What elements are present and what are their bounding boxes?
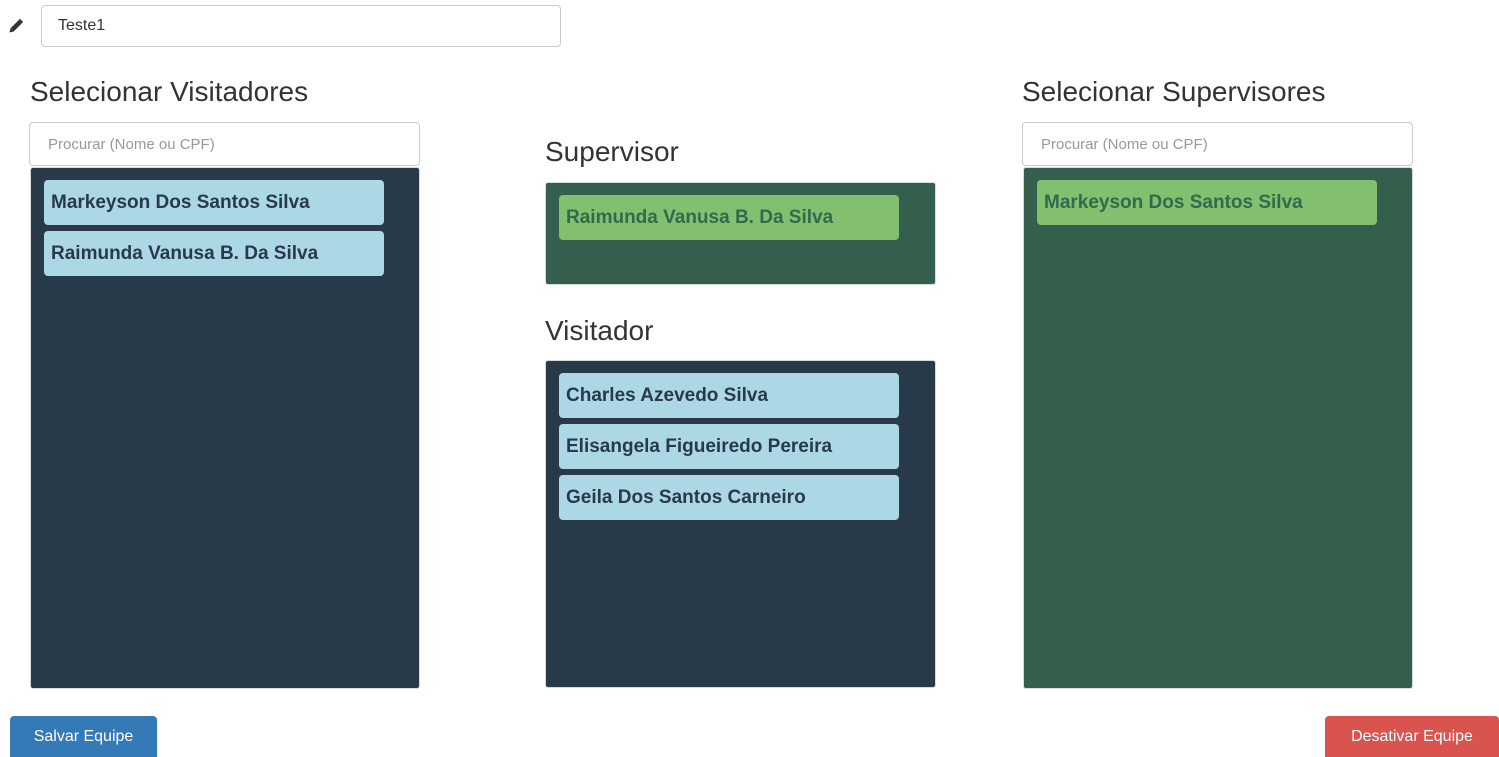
visitor-slot-heading: Visitador [545, 315, 654, 346]
supervisor-list-item-markeyson[interactable]: Markeyson Dos Santos Silva [1037, 180, 1377, 225]
visitor-item-markeyson[interactable]: Markeyson Dos Santos Silva [44, 180, 384, 225]
visitor-drop-panel[interactable]: Charles Azevedo Silva Elisangela Figueir… [545, 360, 936, 688]
visitor-slot-item-charles[interactable]: Charles Azevedo Silva [559, 373, 899, 418]
save-team-button[interactable]: Salvar Equipe [10, 716, 157, 757]
visitors-list-panel[interactable]: Markeyson Dos Santos Silva Raimunda Vanu… [30, 167, 420, 689]
supervisors-selector-heading: Selecionar Supervisores [1022, 76, 1326, 107]
visitor-item-raimunda[interactable]: Raimunda Vanusa B. Da Silva [44, 231, 384, 276]
visitor-slot-item-geila[interactable]: Geila Dos Santos Carneiro [559, 475, 899, 520]
supervisor-slot-heading: Supervisor [545, 136, 679, 167]
supervisor-drop-panel[interactable]: Raimunda Vanusa B. Da Silva [545, 182, 936, 285]
team-name-input[interactable] [41, 5, 561, 47]
visitors-selector-heading: Selecionar Visitadores [30, 76, 309, 107]
supervisor-search-input[interactable] [1022, 122, 1413, 166]
supervisor-item-raimunda[interactable]: Raimunda Vanusa B. Da Silva [559, 195, 899, 240]
pencil-icon [8, 18, 24, 34]
deactivate-team-button[interactable]: Desativar Equipe [1325, 716, 1499, 757]
visitor-slot-item-elisangela[interactable]: Elisangela Figueiredo Pereira [559, 424, 899, 469]
supervisors-list-panel[interactable]: Markeyson Dos Santos Silva [1023, 167, 1413, 689]
visitor-search-input[interactable] [29, 122, 420, 166]
